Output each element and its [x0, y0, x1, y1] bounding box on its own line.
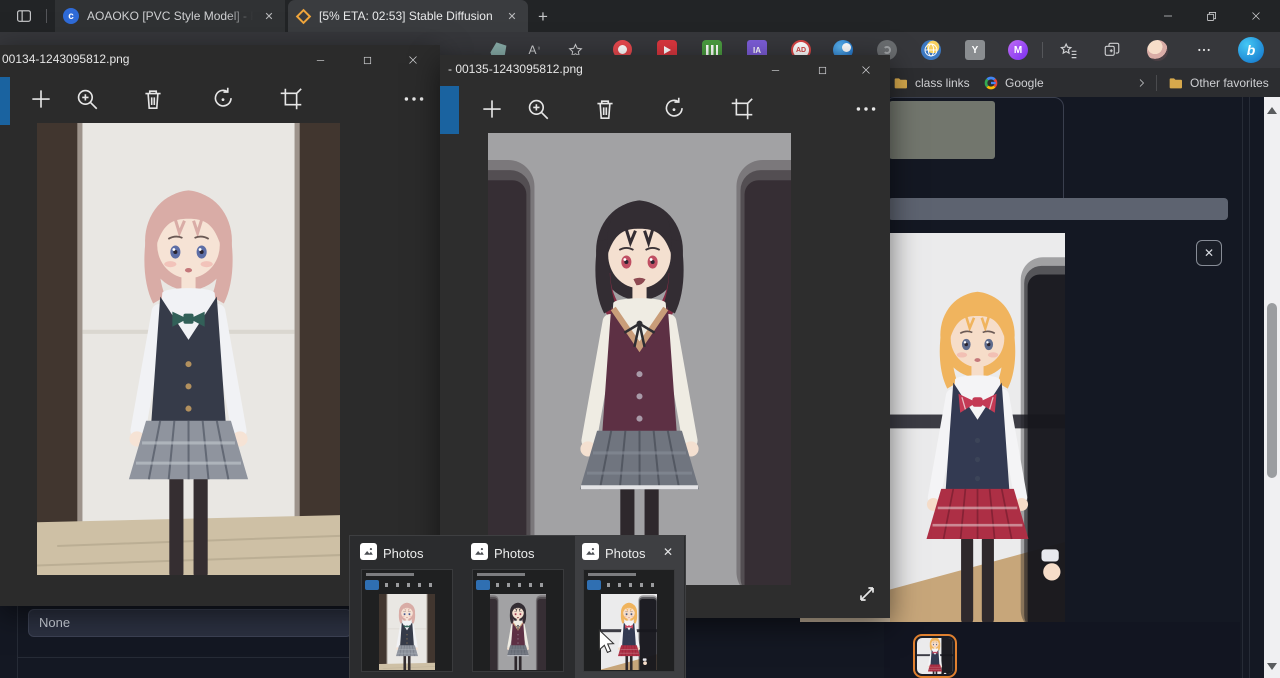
- preview-thumbnail: [583, 569, 675, 672]
- preview-close-icon[interactable]: ✕: [659, 543, 677, 561]
- photos-app-icon: [582, 543, 599, 560]
- google-favicon: [983, 75, 999, 91]
- sd-panel-line: [1242, 97, 1243, 678]
- favorites-overflow-chevron[interactable]: [1136, 68, 1148, 97]
- window-title: - 00135-1243095812.png: [448, 62, 583, 76]
- photo-image-00135: [488, 133, 791, 585]
- browser-close-button[interactable]: [1243, 6, 1269, 26]
- crop-button[interactable]: [729, 96, 755, 122]
- taskbar-preview-photos-1[interactable]: Photos: [353, 536, 462, 678]
- more-button[interactable]: [401, 86, 427, 112]
- photos-window-00134: 00134-1243095812.png: [0, 45, 440, 606]
- sd-panel-line: [1249, 97, 1250, 678]
- close-button[interactable]: [851, 59, 881, 81]
- taskbar-preview-photos-3[interactable]: Photos ✕: [575, 536, 684, 678]
- scrollbar-up-arrow[interactable]: [1267, 107, 1277, 114]
- tab-title: AOAOKO [PVC Style Model] - PV: [87, 9, 253, 23]
- tab-title: [5% ETA: 02:53] Stable Diffusion: [319, 9, 496, 23]
- tab-actions-menu-button[interactable]: [12, 5, 36, 27]
- preview-label: Photos: [605, 546, 645, 561]
- scrollbar-down-arrow[interactable]: [1267, 663, 1277, 670]
- close-tab-icon[interactable]: ✕: [504, 8, 520, 24]
- browser-tab-bar: c AOAOKO [PVC Style Model] - PV ✕ [5% ET…: [0, 0, 1280, 32]
- photos-app-icon: [471, 543, 488, 560]
- tab-separator: [46, 9, 47, 23]
- favorite-google[interactable]: Google: [983, 68, 1044, 97]
- gradio-favicon: [296, 9, 311, 24]
- taskbar-preview-photos-2[interactable]: Photos: [464, 536, 573, 678]
- scrollbar-thumb[interactable]: [1267, 303, 1277, 478]
- rotate-button[interactable]: [661, 96, 687, 122]
- extension-icon-y[interactable]: Y: [965, 40, 985, 60]
- photos-app-icon: [360, 543, 377, 560]
- maximize-button[interactable]: [807, 59, 837, 81]
- civitai-favicon: c: [63, 8, 79, 24]
- maximize-button[interactable]: [352, 49, 382, 71]
- favorites-separator: [1156, 68, 1157, 97]
- preview-label: Photos: [494, 546, 534, 561]
- sd-image-close-button[interactable]: ✕: [1196, 240, 1222, 266]
- photo-image-00134: [37, 123, 340, 575]
- browser-restore-button[interactable]: [1198, 6, 1224, 26]
- browser-minimize-button[interactable]: [1155, 6, 1181, 26]
- accent-strip: [440, 86, 459, 134]
- mouse-cursor: [598, 629, 615, 655]
- preview-thumbnail: [361, 569, 453, 672]
- sd-result-image: [890, 233, 1065, 622]
- extension-icon-globe[interactable]: [921, 40, 941, 60]
- minimize-button[interactable]: [305, 49, 335, 71]
- settings-more-icon[interactable]: [1194, 40, 1214, 60]
- close-button[interactable]: [398, 49, 428, 71]
- bing-chat-icon[interactable]: b: [1238, 37, 1264, 63]
- zoom-in-button[interactable]: [74, 86, 100, 112]
- delete-button[interactable]: [140, 86, 166, 112]
- zoom-in-button[interactable]: [525, 96, 551, 122]
- rotate-button[interactable]: [210, 86, 236, 112]
- favorites-collections-icon[interactable]: [1058, 40, 1078, 60]
- sd-progress-bar: [888, 198, 1228, 220]
- browser-tab-stable-diffusion[interactable]: [5% ETA: 02:53] Stable Diffusion ✕: [288, 0, 528, 32]
- sd-column-divider: [17, 606, 18, 678]
- collections-add-icon[interactable]: [1102, 40, 1122, 60]
- desktop-screenshot: c AOAOKO [PVC Style Model] - PV ✕ [5% ET…: [0, 0, 1280, 678]
- new-tab-button[interactable]: +: [533, 7, 553, 27]
- add-button[interactable]: [28, 86, 54, 112]
- extension-icon-mastodon[interactable]: M: [1008, 40, 1028, 60]
- tab-title-fade: [227, 9, 253, 23]
- minimize-button[interactable]: [760, 59, 790, 81]
- folder-icon: [893, 75, 909, 91]
- delete-button[interactable]: [592, 96, 618, 122]
- add-button[interactable]: [479, 96, 505, 122]
- sd-selected-thumbnail[interactable]: [913, 634, 957, 678]
- favorite-folder-class-links[interactable]: class links: [893, 68, 970, 97]
- tab-actions-icon: [15, 7, 33, 25]
- profile-avatar[interactable]: [1147, 40, 1168, 61]
- close-tab-icon[interactable]: ✕: [261, 8, 277, 24]
- taskbar-preview-popup: Photos Photos Photos ✕: [349, 535, 686, 678]
- folder-icon: [1168, 75, 1184, 91]
- toolbar-separator: [1042, 42, 1043, 58]
- accent-strip: [0, 77, 10, 125]
- browser-tab-civitai[interactable]: c AOAOKO [PVC Style Model] - PV ✕: [55, 0, 285, 32]
- sd-style-dropdown[interactable]: None: [28, 609, 352, 637]
- expand-icon[interactable]: [855, 582, 879, 606]
- preview-label: Photos: [383, 546, 423, 561]
- preview-thumbnail: [472, 569, 564, 672]
- photos-window-00135: - 00135-1243095812.png: [440, 55, 890, 618]
- favorite-folder-other-favorites[interactable]: Other favorites: [1168, 68, 1269, 97]
- crop-button[interactable]: [278, 86, 304, 112]
- more-button[interactable]: [853, 96, 879, 122]
- sd-row-divider: [17, 657, 349, 658]
- window-title: 00134-1243095812.png: [2, 52, 129, 66]
